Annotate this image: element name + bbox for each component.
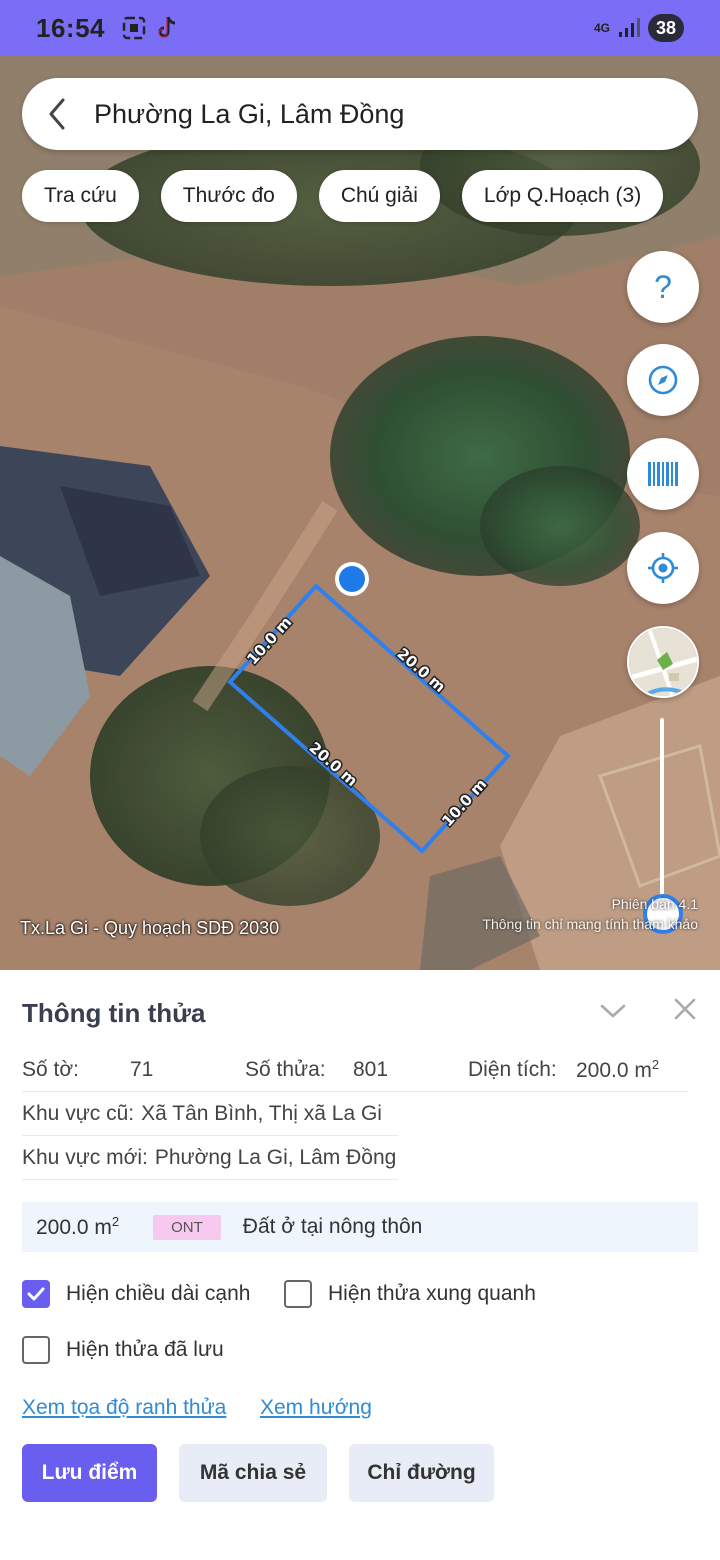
sheet-value: 71 [130, 1057, 154, 1081]
compass-button[interactable] [627, 344, 699, 416]
area-label: Diện tích: [468, 1057, 557, 1081]
save-point-button[interactable]: Lưu điểm [22, 1444, 157, 1502]
land-use-name: Đất ở tại nông thôn [242, 1215, 423, 1238]
checkbox-checked-icon[interactable] [22, 1280, 50, 1308]
new-area-row: Khu vực mới: Phường La Gi, Lâm Đồng [22, 1136, 398, 1180]
minimap-thumbnail[interactable] [627, 626, 699, 698]
option-show-saved[interactable]: Hiện thửa đã lưu [22, 1336, 224, 1364]
parcel-label: Số thửa: [245, 1057, 326, 1081]
checkbox-unchecked-icon[interactable] [22, 1336, 50, 1364]
old-area-value: Xã Tân Bình, Thị xã La Gi [141, 1101, 382, 1125]
parcel-info-panel: Thông tin thửa Số tờ: 71 Số thửa: 801 Di… [0, 970, 720, 1560]
land-use-row: 200.0 m2 ONT Đất ở tại nông thôn [22, 1202, 698, 1252]
view-coordinates-link[interactable]: Xem tọa độ ranh thửa [22, 1396, 226, 1420]
network-type: 4G [593, 20, 610, 35]
old-area-label: Khu vực cũ: [22, 1101, 135, 1125]
barcode-icon [648, 462, 678, 486]
land-use-area: 200.0 m2 [36, 1214, 120, 1239]
compass-icon [648, 365, 678, 395]
sheet-label: Số tờ: [22, 1057, 79, 1081]
opacity-slider-track[interactable] [660, 718, 664, 908]
chip-legend[interactable]: Chú giải [318, 170, 440, 222]
help-button[interactable]: ? [627, 251, 699, 323]
search-location-text[interactable]: Phường La Gi, Lâm Đồng [94, 99, 404, 130]
chip-ruler[interactable]: Thước đo [160, 170, 297, 222]
disclaimer-text: Thông tin chỉ mang tính tham khảo [482, 916, 698, 932]
area-value: 200.0 m2 [576, 1056, 660, 1082]
share-code-button[interactable]: Mã chia sẻ [179, 1444, 327, 1502]
option-show-saved-label: Hiện thửa đã lưu [66, 1338, 224, 1361]
tiktok-icon [158, 16, 176, 38]
option-show-edge-length-label: Hiện chiều dài cạnh [66, 1282, 251, 1305]
planning-layer-caption: Tx.La Gi - Quy hoạch SDĐ 2030 [20, 918, 280, 938]
status-bar: 16:54 4G 38 [0, 0, 720, 56]
parcel-value: 801 [353, 1057, 389, 1081]
parcel-summary-row: Số tờ: 71 Số thửa: 801 Diện tích: 200.0 … [22, 1048, 688, 1092]
crosshair-icon [648, 553, 678, 583]
option-show-edge-length[interactable]: Hiện chiều dài cạnh [22, 1280, 250, 1308]
svg-text:?: ? [654, 270, 672, 304]
map-view[interactable]: 10.0 m 20.0 m 20.0 m 10.0 m Phường La Gi… [0, 56, 720, 970]
chip-lookup[interactable]: Tra cứu [22, 170, 139, 222]
checkbox-unchecked-icon[interactable] [284, 1280, 312, 1308]
map-disclaimer: Phiên bản 4.1 Thông tin chỉ mang tính th… [482, 894, 698, 934]
chip-planning-layers[interactable]: Lớp Q.Hoạch (3) [461, 170, 664, 222]
land-use-code-badge: ONT [153, 1214, 221, 1240]
status-time: 16:54 [36, 12, 105, 43]
version-note: Phiên bản 4.1 [611, 896, 698, 912]
chevron-down-icon[interactable] [598, 996, 628, 1026]
new-area-label: Khu vực mới: [22, 1145, 148, 1169]
back-arrow-icon[interactable] [22, 78, 94, 150]
new-area-value: Phường La Gi, Lâm Đồng [154, 1145, 397, 1169]
panel-title: Thông tin thửa [22, 998, 206, 1028]
my-location-button[interactable] [627, 532, 699, 604]
directions-button[interactable]: Chỉ đường [349, 1444, 494, 1502]
signal-icon [618, 18, 640, 37]
old-area-row: Khu vực cũ: Xã Tân Bình, Thị xã La Gi [22, 1092, 398, 1136]
status-notification-icons [121, 15, 179, 41]
close-icon[interactable] [670, 994, 700, 1024]
screenshot-icon [122, 16, 146, 40]
option-show-neighbors[interactable]: Hiện thửa xung quanh [284, 1280, 536, 1308]
barcode-button[interactable] [627, 438, 699, 510]
help-icon: ? [654, 270, 672, 304]
map-tool-chips: Tra cứu Thước đo Chú giải Lớp Q.Hoạch (3… [22, 170, 664, 222]
status-right-icons: 4G 38 [594, 14, 684, 42]
search-bar[interactable]: Phường La Gi, Lâm Đồng [22, 78, 698, 150]
battery-indicator: 38 [647, 14, 684, 42]
view-direction-link[interactable]: Xem hướng [260, 1396, 372, 1420]
option-show-neighbors-label: Hiện thửa xung quanh [328, 1282, 536, 1305]
